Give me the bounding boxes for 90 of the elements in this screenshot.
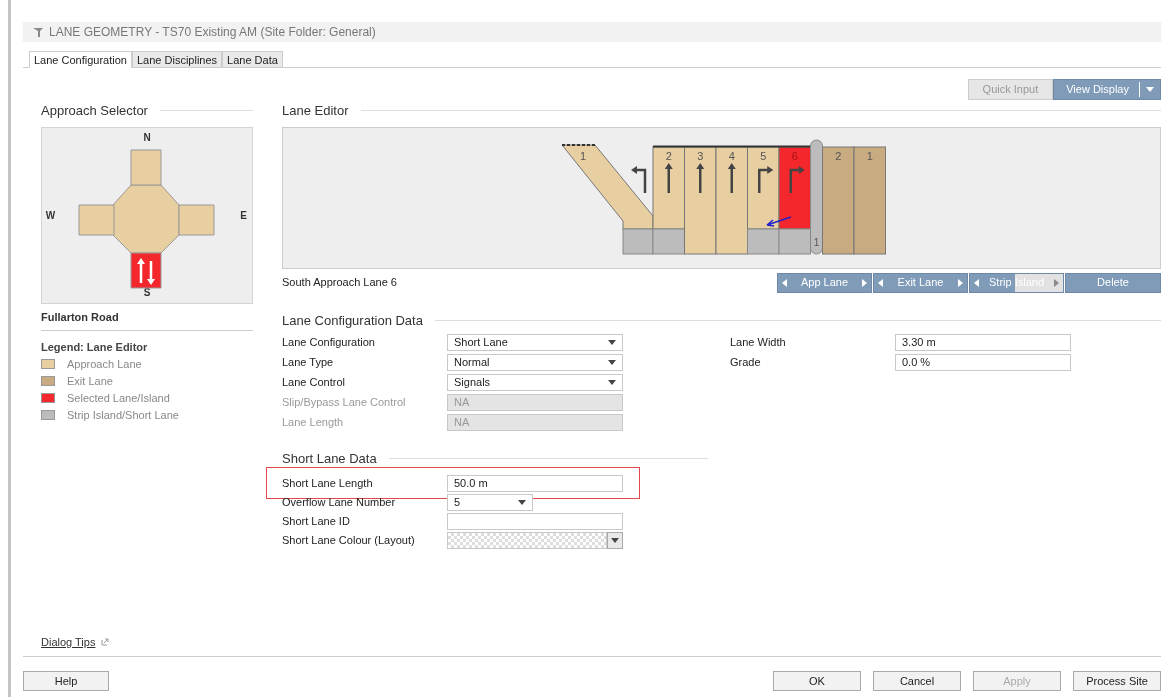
right-triangle-icon xyxy=(862,278,867,287)
lane-number: 5 xyxy=(760,149,767,162)
left-triangle-icon xyxy=(974,278,979,287)
field-label: Lane Configuration xyxy=(282,335,376,351)
input-field[interactable]: 0.0 % xyxy=(895,354,1071,371)
short-lane-area xyxy=(622,228,654,254)
field-label: Lane Length xyxy=(282,415,345,431)
caret-icon xyxy=(611,537,619,543)
dropdown-field[interactable]: Short Lane xyxy=(447,334,623,351)
input-field[interactable]: 3.30 m xyxy=(895,334,1071,351)
external-link-icon xyxy=(101,637,110,646)
field-label: Lane Control xyxy=(282,375,346,391)
short-lane-area xyxy=(778,228,811,254)
dialog-tips-link[interactable]: Dialog Tips xyxy=(41,633,96,650)
caret-icon xyxy=(608,360,616,365)
exit-lane[interactable] xyxy=(822,146,855,254)
short-lane-area xyxy=(747,228,780,254)
caret-icon xyxy=(518,499,526,505)
footer-button[interactable]: OK xyxy=(773,671,861,691)
compass-label: N xyxy=(143,131,151,145)
lane-number: 1 xyxy=(866,149,873,162)
straight-arrow-icon xyxy=(727,162,736,193)
input-field[interactable] xyxy=(447,512,623,530)
approach-lane[interactable] xyxy=(684,146,717,254)
left-triangle-icon xyxy=(878,278,883,287)
field-label: Grade xyxy=(730,355,762,371)
approach-lane[interactable] xyxy=(715,146,748,254)
caret-icon xyxy=(608,340,616,345)
lane-number: 4 xyxy=(728,149,735,162)
footer-button[interactable]: Process Site xyxy=(1073,671,1161,691)
compass-label: E xyxy=(240,208,247,223)
right-triangle-icon xyxy=(1054,278,1059,287)
legend-label: Selected Lane/Island xyxy=(67,390,170,406)
road-name: Fullarton Road xyxy=(41,309,120,325)
window-title: LANE GEOMETRY - TS70 Existing AM (Site Folder: General) xyxy=(49,24,376,41)
right-triangle-icon xyxy=(958,278,963,287)
field-label: Slip/Bypass Lane Control xyxy=(282,395,407,411)
dropdown-field[interactable]: Signals xyxy=(447,374,623,391)
field-label: Lane Type xyxy=(282,355,335,371)
window-icon xyxy=(33,27,43,37)
section-heading: Short Lane Data xyxy=(282,450,377,468)
legend-label: Exit Lane xyxy=(67,373,113,389)
exit-lane[interactable] xyxy=(853,146,886,254)
tab[interactable]: Lane Disciplines xyxy=(131,51,223,68)
caret-icon xyxy=(1146,87,1154,92)
field-label: Overflow Lane Number xyxy=(282,494,397,510)
legend-label: Strip Island/Short Lane xyxy=(67,407,179,423)
compass-label: S xyxy=(143,286,151,300)
section-heading: Approach Selector xyxy=(41,102,148,120)
section-heading: Lane Editor xyxy=(282,102,349,120)
legend-label: Approach Lane xyxy=(67,356,142,372)
right-turn-arrow-icon xyxy=(758,165,774,193)
left-turn-arrow-icon xyxy=(631,165,647,193)
compass-label: W xyxy=(45,208,56,223)
field-label: Short Lane ID xyxy=(282,513,351,529)
right-turn-arrow-icon xyxy=(789,165,805,193)
lane-number: 6 xyxy=(791,149,798,162)
approach-lane[interactable] xyxy=(747,146,780,229)
junction-area xyxy=(112,184,180,254)
lane-number: 2 xyxy=(665,149,672,162)
field-label: Lane Width xyxy=(730,335,787,351)
short-lane-area xyxy=(652,228,685,254)
approach-lane[interactable] xyxy=(561,143,654,229)
dropdown-field[interactable]: 5 xyxy=(447,493,533,511)
field-label: Short Lane Colour (Layout) xyxy=(282,532,416,548)
dropdown-button[interactable] xyxy=(607,531,623,549)
left-triangle-icon xyxy=(782,278,787,287)
straight-arrow-icon xyxy=(664,162,673,193)
approach-lane[interactable] xyxy=(652,146,685,229)
straight-arrow-icon xyxy=(696,162,705,193)
caret-icon xyxy=(608,380,616,385)
lane-number: 1 xyxy=(579,149,587,162)
section-heading: Lane Configuration Data xyxy=(282,311,423,330)
direction-arrow-icon xyxy=(766,215,792,227)
dropdown-field[interactable]: Normal xyxy=(447,354,623,371)
input-field[interactable]: 50.0 m xyxy=(447,474,623,492)
tab[interactable]: Lane Data xyxy=(222,51,283,68)
tab[interactable]: Lane Configuration xyxy=(29,51,132,68)
colour-swatch-field[interactable] xyxy=(447,531,607,549)
island-number: 1 xyxy=(813,236,820,248)
lane-number: 3 xyxy=(697,149,704,162)
footer-button[interactable]: Help xyxy=(23,671,109,691)
footer-button[interactable]: Cancel xyxy=(873,671,961,691)
two-way-arrows-icon xyxy=(137,258,155,285)
strip-island[interactable] xyxy=(810,139,823,254)
legend-title: Legend: Lane Editor xyxy=(41,340,149,355)
approach-lane[interactable] xyxy=(778,146,811,229)
lane-number: 2 xyxy=(835,149,842,162)
field-label: Short Lane Length xyxy=(282,475,374,491)
lane-caption: South Approach Lane 6 xyxy=(282,275,398,291)
